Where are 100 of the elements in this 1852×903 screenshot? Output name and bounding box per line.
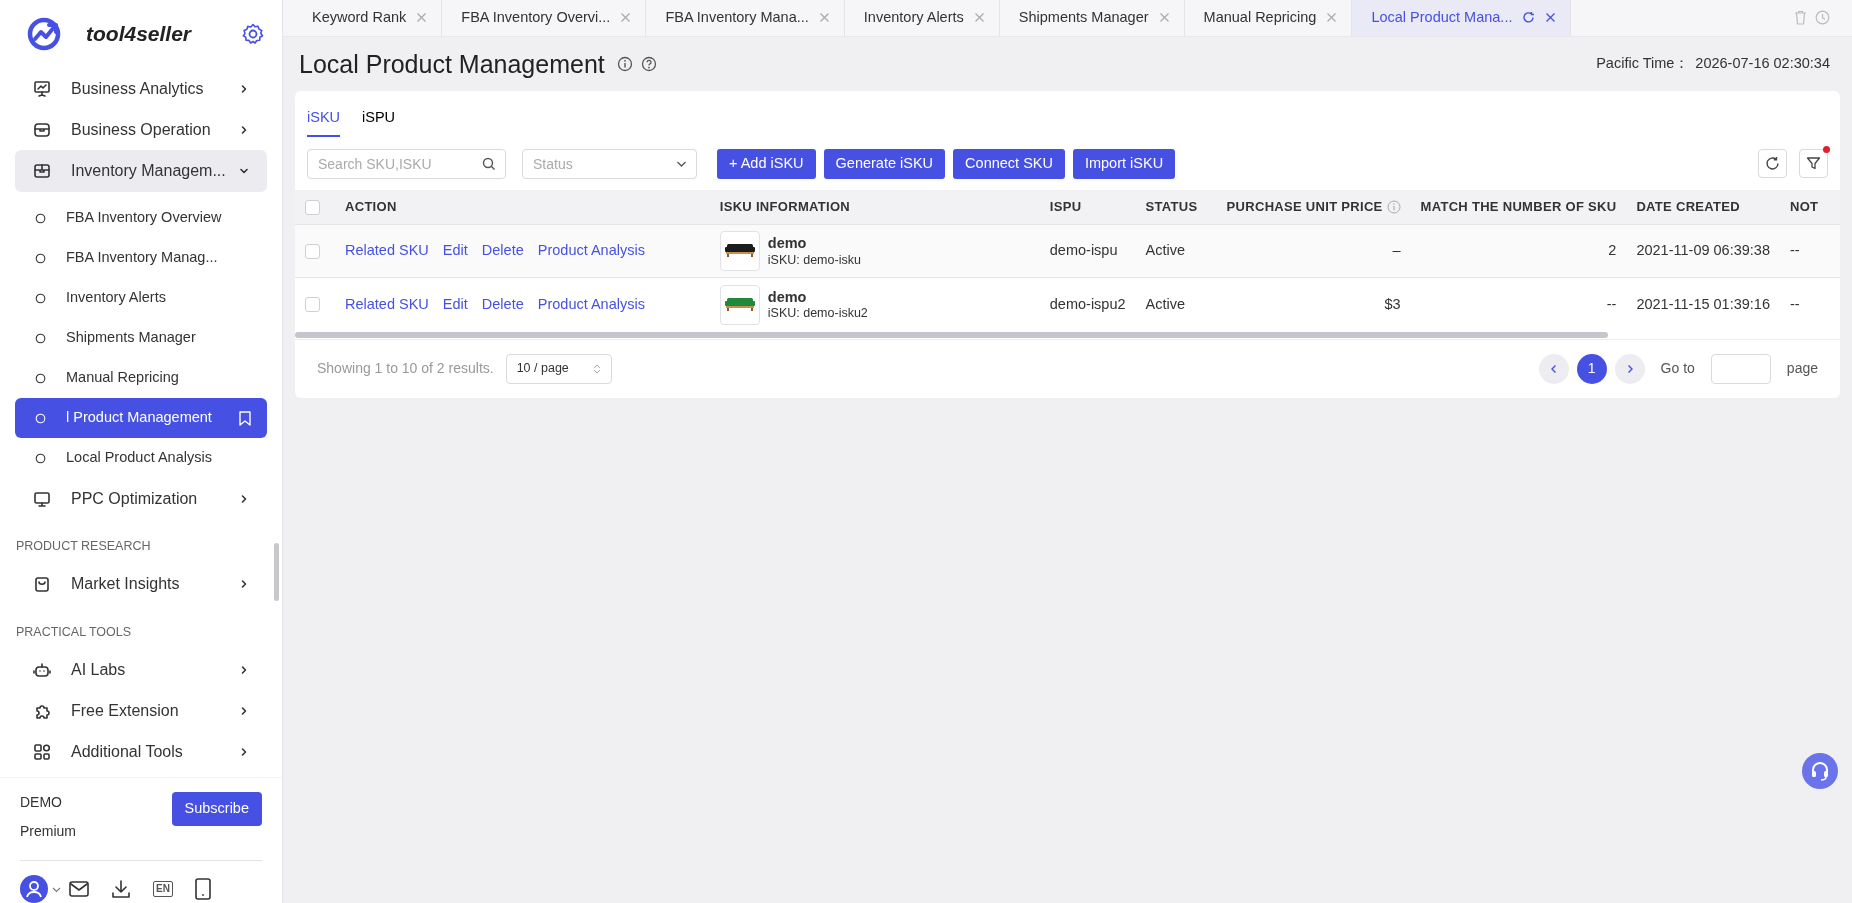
tab[interactable]: iSKU — [307, 101, 341, 137]
next-page-button[interactable] — [1614, 353, 1645, 384]
submenu-item[interactable]: Shipments Manager — [15, 318, 267, 358]
bookmark-icon[interactable] — [239, 410, 251, 426]
page-size-select[interactable]: 10 / page — [505, 353, 612, 384]
puzzle-icon — [33, 702, 51, 720]
time-label: Pacific Time： — [1596, 54, 1690, 74]
time-value: 2026-07-16 02:30:34 — [1695, 54, 1830, 74]
date-cell: 2021-11-09 06:39:38 — [1636, 242, 1770, 259]
menu-item[interactable]: Additional Tools — [15, 731, 267, 773]
refresh-icon[interactable] — [1522, 11, 1536, 24]
page-button[interactable]: 1 — [1576, 353, 1607, 384]
column-header: PURCHASE UNIT PRICE — [1226, 198, 1383, 217]
circle-icon — [35, 332, 46, 344]
filter-button[interactable] — [1799, 149, 1828, 179]
search-field[interactable]: Search SKU,ISKU — [307, 148, 506, 179]
action-link[interactable]: Delete — [481, 295, 524, 312]
mail-icon[interactable] — [69, 881, 89, 897]
account-name: DEMO — [20, 793, 63, 812]
page-input[interactable] — [1710, 353, 1771, 384]
ispu-cell: demo-ispu2 — [1049, 295, 1126, 312]
tab[interactable]: Inventory Alerts — [844, 0, 1000, 36]
page-title: Local Product Management — [299, 49, 605, 79]
tab[interactable]: iSPU — [362, 101, 396, 137]
circle-icon — [35, 452, 46, 464]
refresh-button[interactable] — [1758, 149, 1787, 179]
plan-label: Premium — [20, 822, 76, 841]
action-link[interactable]: Delete — [481, 242, 524, 259]
tab[interactable]: Keyword Rank — [293, 0, 443, 36]
phone-icon[interactable] — [194, 878, 211, 900]
settings-icon[interactable] — [242, 23, 264, 45]
close-icon[interactable] — [1326, 12, 1338, 23]
action-button[interactable]: + Add iSKU — [717, 148, 816, 179]
column-header: NOT — [1790, 198, 1819, 217]
section-heading: PRACTICAL TOOLS — [15, 623, 133, 641]
chevron-icon — [239, 166, 249, 176]
status-cell: Active — [1145, 295, 1186, 312]
submenu-item[interactable]: Inventory Alerts — [15, 278, 267, 318]
count-cell: 2 — [1608, 242, 1617, 259]
menu-item[interactable]: Business Analytics — [15, 68, 267, 109]
chevron-icon — [239, 493, 249, 504]
close-icon[interactable] — [416, 12, 428, 23]
close-icon[interactable] — [818, 12, 830, 23]
tab[interactable]: Local Product Mana... — [1352, 0, 1572, 36]
action-button[interactable]: Connect SKU — [953, 148, 1065, 179]
menu-item[interactable]: AI Labs — [15, 649, 267, 691]
action-button[interactable]: Generate iSKU — [823, 148, 946, 179]
checkbox[interactable] — [305, 244, 320, 260]
submenu-item[interactable]: l Product Management — [15, 398, 267, 438]
action-link[interactable]: Edit — [442, 295, 468, 312]
language-button[interactable]: EN — [153, 881, 173, 897]
checkbox[interactable] — [305, 200, 320, 216]
info-icon[interactable] — [616, 56, 633, 72]
count-cell: -- — [1606, 295, 1617, 312]
action-button[interactable]: Import iSKU — [1072, 148, 1176, 179]
trash-icon[interactable] — [1794, 10, 1807, 25]
chart-board-icon — [33, 79, 51, 98]
action-link[interactable]: Related SKU — [345, 295, 429, 312]
menu-item[interactable]: Business Operation — [15, 109, 267, 150]
close-icon[interactable] — [1158, 12, 1170, 23]
price-cell: – — [1392, 242, 1401, 259]
chevron-icon — [239, 83, 249, 94]
tab[interactable]: FBA Inventory Overvi... — [442, 0, 647, 36]
tab[interactable]: FBA Inventory Mana... — [646, 0, 845, 36]
action-link[interactable]: Product Analysis — [537, 295, 645, 312]
download-icon[interactable] — [111, 879, 131, 899]
headset-icon — [1809, 760, 1831, 782]
tab[interactable]: Shipments Manager — [999, 0, 1185, 36]
avatar-icon[interactable] — [20, 875, 48, 903]
status-dropdown[interactable]: Status — [522, 148, 697, 179]
menu-item[interactable]: Market Insights — [15, 563, 267, 605]
previous-page-button[interactable] — [1538, 353, 1569, 384]
support-button[interactable] — [1802, 753, 1838, 789]
close-icon[interactable] — [620, 12, 632, 23]
checkbox[interactable] — [305, 297, 320, 313]
close-icon[interactable] — [973, 12, 985, 23]
chevron-icon — [239, 706, 249, 716]
menu-item[interactable]: Inventory Managem... — [15, 150, 267, 192]
subscribe-button[interactable]: Subscribe — [171, 792, 262, 826]
menu-item[interactable]: PPC Optimization — [15, 478, 267, 519]
action-link[interactable]: Product Analysis — [537, 242, 645, 259]
submenu-item[interactable]: Manual Repricing — [15, 358, 267, 398]
bag-icon — [33, 575, 51, 594]
help-icon[interactable] — [640, 56, 657, 72]
close-icon[interactable] — [1545, 12, 1557, 23]
filter-icon — [1806, 156, 1821, 172]
scrollbar-thumb[interactable] — [295, 331, 1609, 338]
action-link[interactable]: Edit — [442, 242, 468, 259]
product-name: demo — [767, 287, 808, 306]
status-cell: Active — [1145, 242, 1186, 259]
ispu-cell: demo-ispu — [1049, 242, 1118, 259]
submenu-item[interactable]: Local Product Analysis — [15, 438, 267, 478]
scrollbar-thumb[interactable] — [274, 543, 279, 601]
history-icon[interactable] — [1815, 10, 1830, 25]
action-link[interactable]: Related SKU — [345, 242, 429, 259]
submenu-item[interactable]: FBA Inventory Overview — [15, 198, 267, 238]
menu-item[interactable]: Free Extension — [15, 690, 267, 732]
submenu-item[interactable]: FBA Inventory Manag... — [15, 238, 267, 278]
column-header: DATE CREATED — [1636, 198, 1740, 217]
chevron-icon — [239, 665, 249, 675]
